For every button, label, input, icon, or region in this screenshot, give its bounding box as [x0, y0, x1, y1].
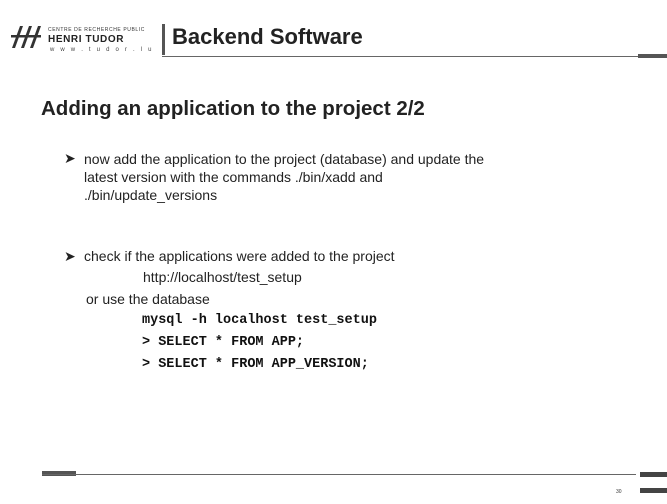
page-number: 30: [616, 489, 622, 495]
bullet-1-line-3: ./bin/update_versions: [84, 187, 218, 203]
bullet-1-line-1: now add the application to the project (…: [84, 151, 485, 167]
bullet-arrow-icon: ➤: [64, 150, 76, 166]
footer-divider: [42, 474, 636, 475]
footer-right-bar: [640, 472, 667, 477]
code-line-2: > SELECT * FROM APP;: [142, 335, 305, 350]
bullet-2-text: check if the applications were added to …: [84, 248, 395, 264]
bullet-arrow-icon: ➤: [64, 248, 76, 264]
logo-url: w w w . t u d o r . l u: [50, 47, 154, 53]
header-divider: [162, 56, 638, 57]
logo-name: HENRI TUDOR: [48, 34, 125, 45]
title-accent-bar: [162, 24, 165, 55]
slide-heading: Adding an application to the project 2/2: [41, 97, 425, 120]
alternative-text: or use the database: [86, 291, 210, 307]
logo-mark-icon: [10, 24, 42, 50]
bullet-1-text: now add the application to the project (…: [84, 150, 644, 204]
slide-header-title: Backend Software: [172, 24, 363, 49]
test-setup-url: http://localhost/test_setup: [143, 269, 302, 285]
code-line-3: > SELECT * FROM APP_VERSION;: [142, 357, 369, 372]
footer-right-bar-lower: [640, 488, 667, 493]
henri-tudor-logo: CENTRE DE RECHERCHE PUBLIC HENRI TUDOR w…: [6, 10, 166, 64]
logo-small-text: CENTRE DE RECHERCHE PUBLIC: [48, 27, 146, 33]
header-divider-end: [638, 54, 667, 58]
bullet-1-line-2: latest version with the commands ./bin/x…: [84, 169, 383, 185]
code-line-1: mysql -h localhost test_setup: [142, 313, 377, 328]
